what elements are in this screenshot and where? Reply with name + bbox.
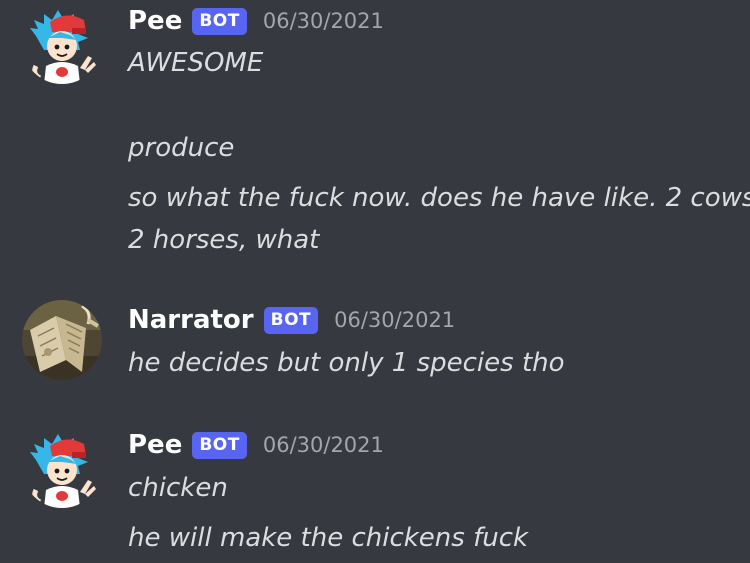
username[interactable]: Pee bbox=[128, 6, 182, 36]
message-header: Narrator BOT 06/30/2021 bbox=[128, 302, 455, 338]
message-text: he decides but only 1 species tho bbox=[128, 348, 565, 378]
boyfriend-avatar-icon[interactable] bbox=[22, 4, 102, 84]
message-header: Pee BOT 06/30/2021 bbox=[128, 3, 384, 39]
bot-badge: BOT bbox=[192, 431, 247, 459]
message-text: 2 horses, what bbox=[128, 225, 320, 255]
message-header: Pee BOT 06/30/2021 bbox=[128, 427, 384, 463]
timestamp[interactable]: 06/30/2021 bbox=[263, 433, 384, 457]
message-text: AWESOME bbox=[128, 48, 264, 78]
username[interactable]: Pee bbox=[128, 430, 182, 460]
message-text: produce bbox=[128, 133, 235, 163]
bot-badge: BOT bbox=[263, 306, 319, 334]
message-text: he will make the chickens fuck bbox=[128, 523, 529, 553]
username[interactable]: Narrator bbox=[128, 305, 254, 335]
boyfriend-avatar-icon[interactable] bbox=[22, 428, 102, 508]
book-avatar-icon[interactable] bbox=[22, 300, 102, 380]
timestamp[interactable]: 06/30/2021 bbox=[263, 9, 384, 33]
timestamp[interactable]: 06/30/2021 bbox=[334, 308, 455, 332]
message-text: chicken bbox=[128, 473, 228, 503]
bot-badge: BOT bbox=[192, 7, 247, 35]
message-text: so what the fuck now. does he have like.… bbox=[128, 183, 750, 213]
